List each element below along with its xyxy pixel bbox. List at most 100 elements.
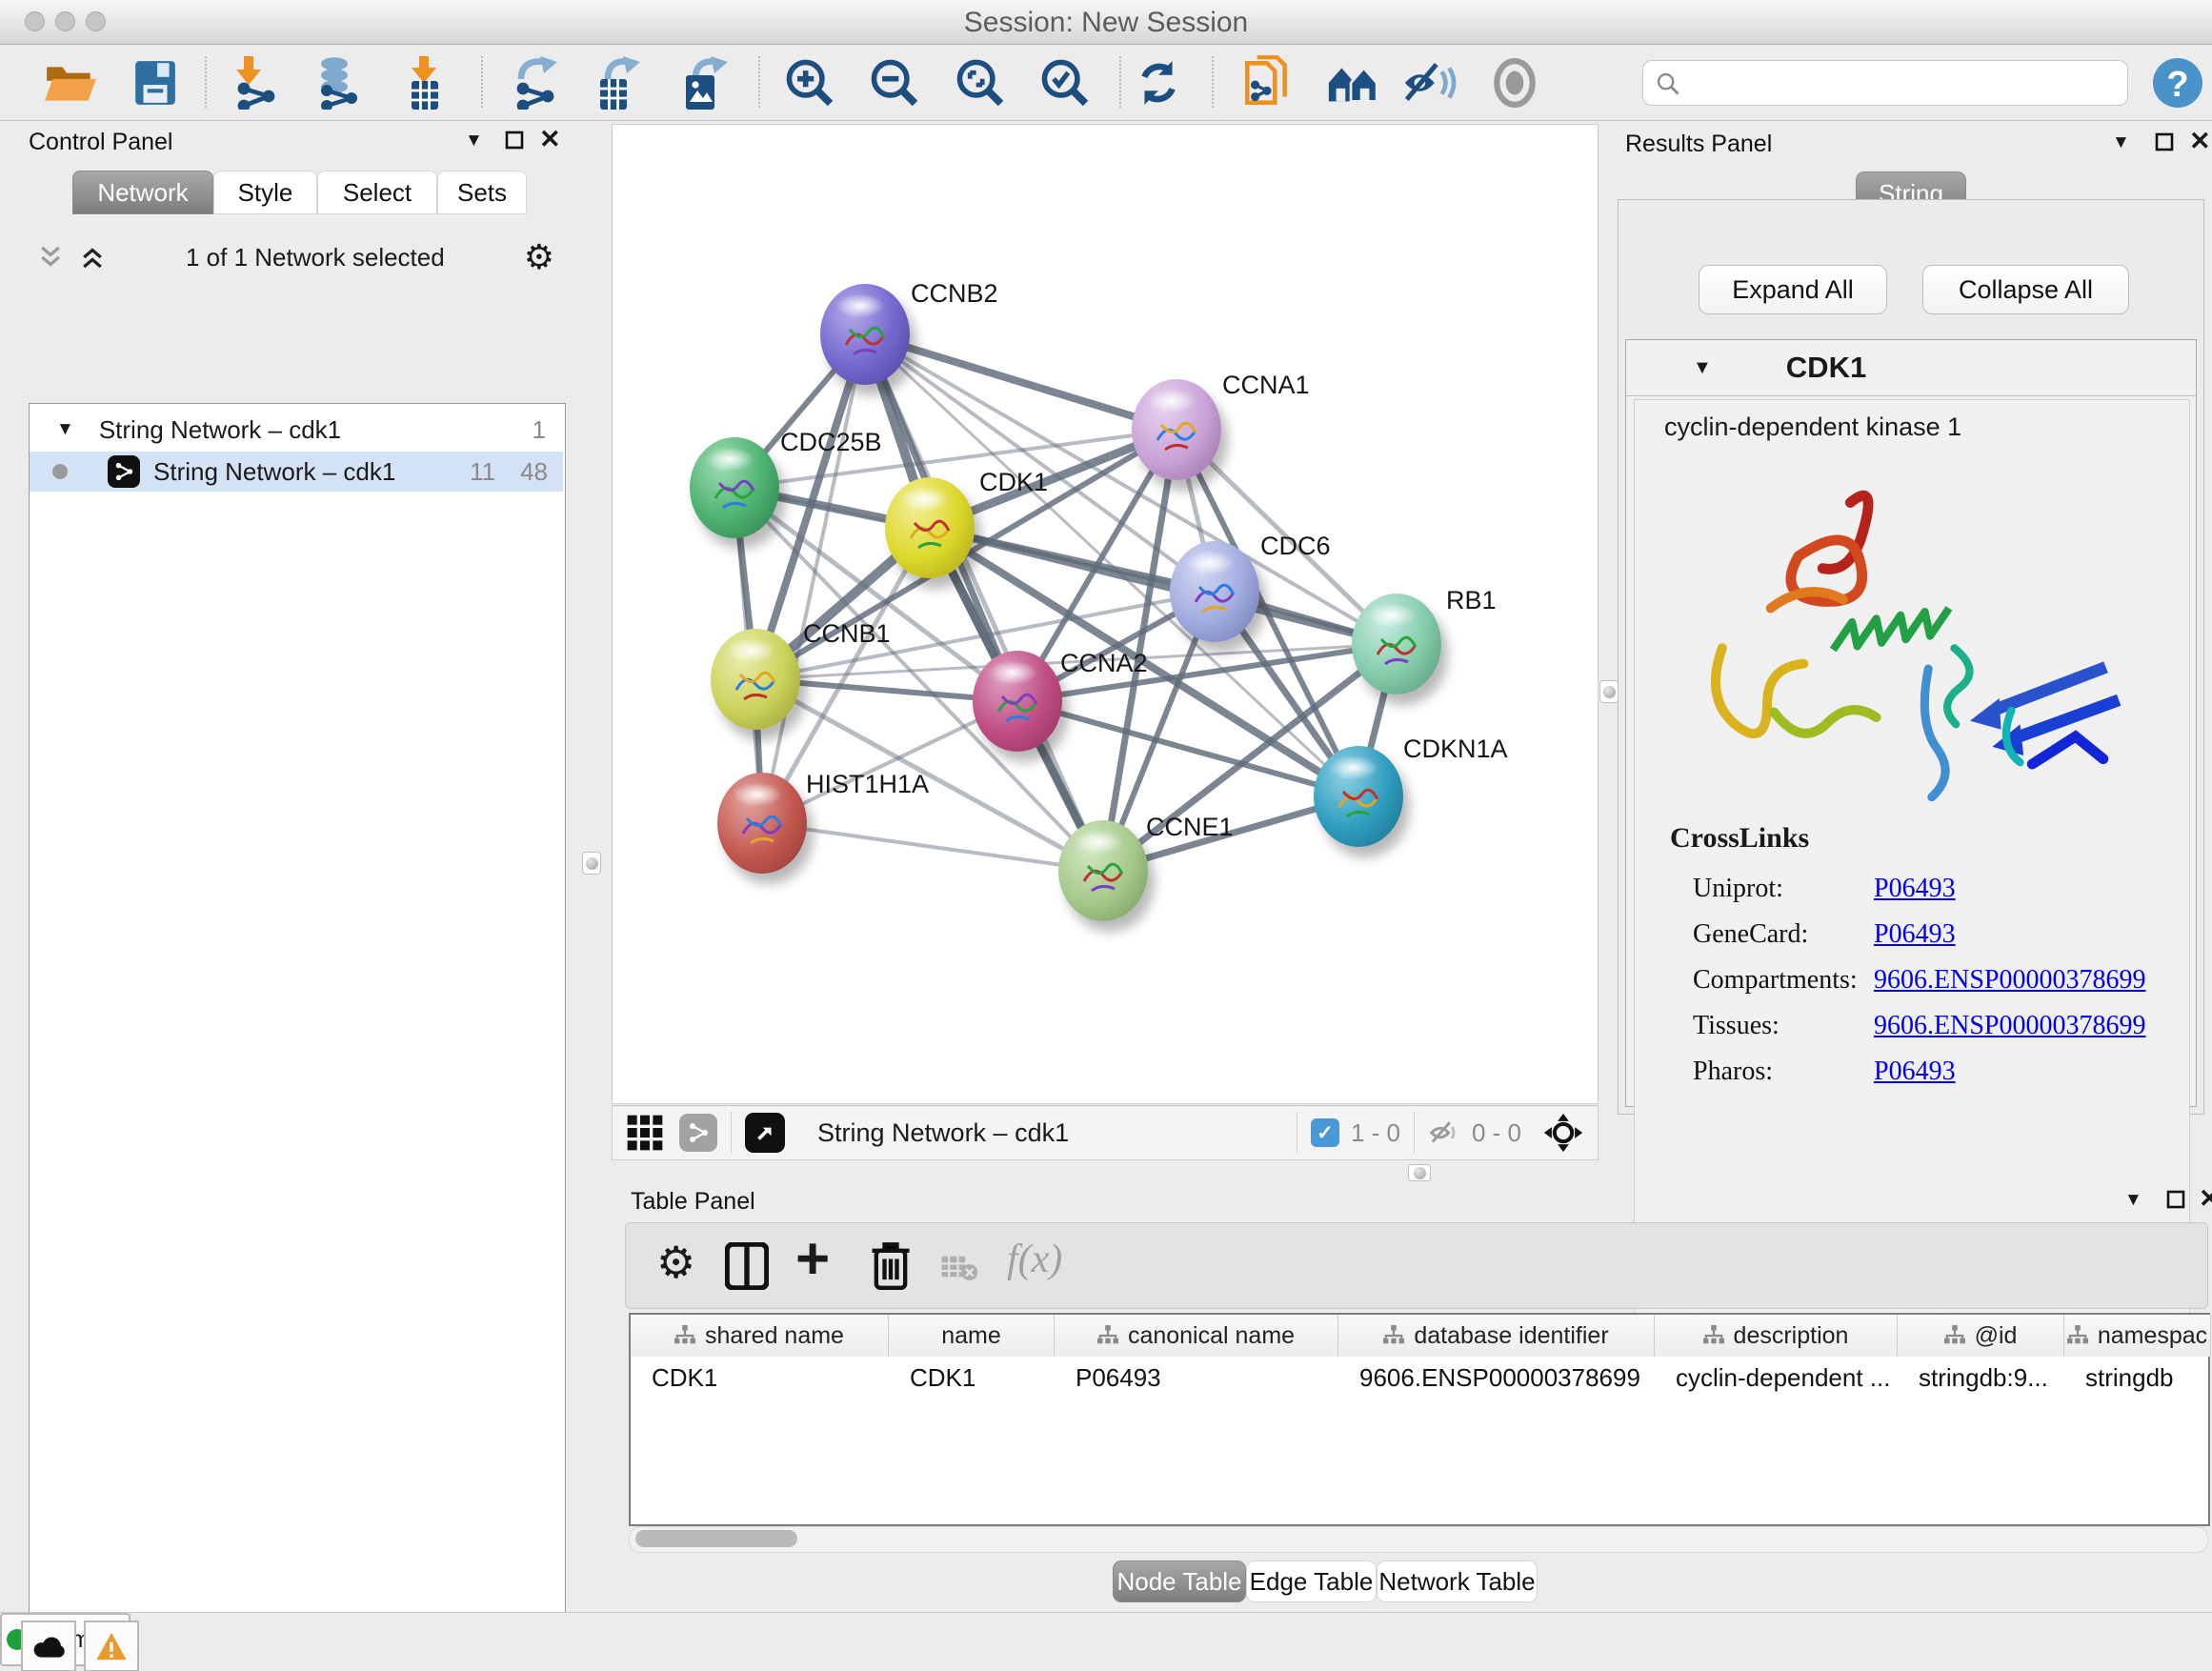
zoom-in-icon — [783, 56, 836, 110]
cell--id[interactable]: stringdb:9... — [1898, 1359, 2063, 1397]
hidden-count: 0 - 0 — [1472, 1118, 1521, 1148]
collapse-all-icon[interactable] — [36, 243, 65, 272]
collection-expand-triangle-icon[interactable]: ▼ — [56, 419, 74, 440]
network-collection-row[interactable]: ▼ String Network – cdk1 1 — [30, 410, 563, 450]
scrollbar-thumb[interactable] — [635, 1530, 797, 1547]
zoom-out-button[interactable] — [864, 54, 925, 111]
search-input[interactable] — [1689, 65, 2112, 99]
table-panel-collapse-icon[interactable]: ▼ — [2124, 1190, 2142, 1211]
node-CDK1[interactable] — [885, 477, 975, 578]
show-columns-icon[interactable] — [725, 1242, 769, 1290]
cell-shared-name[interactable]: CDK1 — [631, 1359, 888, 1397]
expand-all-button[interactable]: Expand All — [1699, 265, 1887, 314]
help-button[interactable]: ? — [2151, 56, 2204, 110]
save-session-button[interactable] — [125, 54, 186, 111]
show-hidden-button[interactable] — [1484, 54, 1545, 111]
export-table-button[interactable] — [587, 54, 648, 111]
crosslink-label: Uniprot: — [1693, 874, 1874, 904]
column-header--id[interactable]: @id — [1898, 1315, 2064, 1357]
cell-canonical-name[interactable]: P06493 — [1055, 1359, 1337, 1397]
tab-style[interactable]: Style — [213, 171, 317, 214]
node-structure-thumbnail — [1190, 574, 1239, 621]
results-panel-collapse-icon[interactable]: ▼ — [2112, 132, 2130, 153]
import-table-button[interactable] — [394, 54, 455, 111]
left-splitter-handle[interactable] — [582, 852, 601, 875]
node-HIST1H1A[interactable] — [717, 773, 807, 874]
column-header-name[interactable]: name — [889, 1315, 1055, 1357]
cell-name[interactable]: CDK1 — [889, 1359, 1054, 1397]
node-CCNA2[interactable] — [973, 651, 1062, 752]
crosslink-link[interactable]: P06493 — [1874, 919, 1956, 950]
crosslink-link[interactable]: P06493 — [1874, 874, 1956, 904]
grid-view-icon[interactable] — [626, 1114, 664, 1152]
tab-select[interactable]: Select — [317, 171, 437, 214]
show-all-views-button[interactable] — [1322, 54, 1383, 111]
crosslink-link[interactable]: P06493 — [1874, 1057, 1956, 1087]
tab-node-table[interactable]: Node Table — [1113, 1560, 1246, 1602]
import-network-button[interactable] — [225, 54, 286, 111]
import-network-from-database-button[interactable] — [306, 54, 367, 111]
network-thumbnail-icon[interactable] — [679, 1114, 717, 1152]
zoom-selected-button[interactable] — [1035, 54, 1096, 111]
crosslink-link[interactable]: 9606.ENSP00000378699 — [1874, 965, 2145, 996]
network-row-selected[interactable]: String Network – cdk1 11 48 — [30, 452, 563, 492]
zoom-fit-button[interactable] — [950, 54, 1011, 111]
window-title: Session: New Session — [0, 7, 2212, 39]
cell-namespac[interactable]: stringdb — [2064, 1359, 2210, 1397]
export-image-button[interactable] — [673, 54, 734, 111]
cloud-status-button[interactable] — [21, 1621, 76, 1671]
node-RB1[interactable] — [1352, 594, 1441, 695]
gene-collapse-triangle-icon[interactable]: ▼ — [1693, 357, 1712, 379]
tab-sets[interactable]: Sets — [437, 171, 527, 214]
column-header-shared-name[interactable]: shared name — [631, 1315, 889, 1357]
node-CDKN1A[interactable] — [1314, 746, 1403, 847]
node-CCNA1[interactable] — [1132, 379, 1221, 480]
hide-selected-button[interactable] — [1398, 54, 1459, 111]
cell-description[interactable]: cyclin-dependent ... — [1655, 1359, 1897, 1397]
network-list-options-gear-icon[interactable]: ⚙ — [524, 238, 554, 277]
warning-status-button[interactable] — [84, 1621, 139, 1671]
control-panel-float-icon[interactable] — [505, 131, 524, 150]
crosslink-link[interactable]: 9606.ENSP00000378699 — [1874, 1011, 2145, 1041]
results-panel-float-icon[interactable] — [2155, 132, 2174, 151]
tab-network-table[interactable]: Network Table — [1377, 1560, 1538, 1602]
column-header-description[interactable]: description — [1655, 1315, 1898, 1357]
node-CCNB2[interactable] — [820, 284, 910, 385]
node-CCNB1[interactable] — [711, 629, 800, 730]
birds-eye-crosshair-icon[interactable] — [1542, 1112, 1584, 1154]
node-CCNE1[interactable] — [1058, 820, 1148, 921]
node-CDC25B[interactable] — [690, 437, 779, 538]
export-network-button[interactable] — [506, 54, 567, 111]
collapse-all-button[interactable]: Collapse All — [1922, 265, 2129, 314]
clone-network-button[interactable] — [1237, 54, 1297, 111]
refresh-button[interactable] — [1128, 54, 1189, 111]
node-CDC6[interactable] — [1170, 541, 1259, 642]
open-session-button[interactable] — [40, 54, 101, 111]
table-tabs: Node TableEdge TableNetwork Table — [1113, 1560, 1538, 1602]
table-options-gear-icon[interactable]: ⚙ — [656, 1237, 695, 1288]
control-panel-collapse-icon[interactable]: ▼ — [465, 131, 483, 151]
tab-network[interactable]: Network — [72, 171, 213, 214]
delete-table-icon — [940, 1254, 978, 1282]
status-bar: Memory — [0, 1612, 2212, 1671]
network-canvas[interactable]: CCNB2 CCNA1 CDC25B CDK1 CDC6 RB1 CCNB1 C… — [612, 124, 1599, 1104]
zoom-in-button[interactable] — [779, 54, 840, 111]
table-horizontal-scrollbar[interactable] — [629, 1526, 2208, 1553]
column-header-database-identifier[interactable]: database identifier — [1338, 1315, 1655, 1357]
detach-view-icon[interactable] — [745, 1113, 785, 1153]
results-panel-close-icon[interactable]: ✕ — [2189, 127, 2211, 156]
toolbar-separator — [758, 56, 760, 108]
column-header-namespac[interactable]: namespac — [2064, 1315, 2211, 1357]
horizontal-splitter-handle[interactable] — [1408, 1164, 1431, 1181]
tab-edge-table[interactable]: Edge Table — [1246, 1560, 1377, 1602]
delete-column-trash-icon[interactable] — [870, 1240, 912, 1290]
selected-checkbox-icon[interactable]: ✓ — [1311, 1118, 1339, 1147]
control-panel-close-icon[interactable]: ✕ — [539, 125, 561, 154]
create-column-plus-icon[interactable]: + — [795, 1225, 830, 1293]
column-header-canonical-name[interactable]: canonical name — [1055, 1315, 1338, 1357]
cell-database-identifier[interactable]: 9606.ENSP00000378699 — [1338, 1359, 1654, 1397]
table-panel-close-icon[interactable]: ✕ — [2199, 1184, 2212, 1214]
gene-section-header[interactable]: ▼ CDK1 — [1626, 340, 2196, 396]
table-panel-float-icon[interactable] — [2166, 1190, 2185, 1209]
expand-all-icon[interactable] — [78, 243, 107, 272]
